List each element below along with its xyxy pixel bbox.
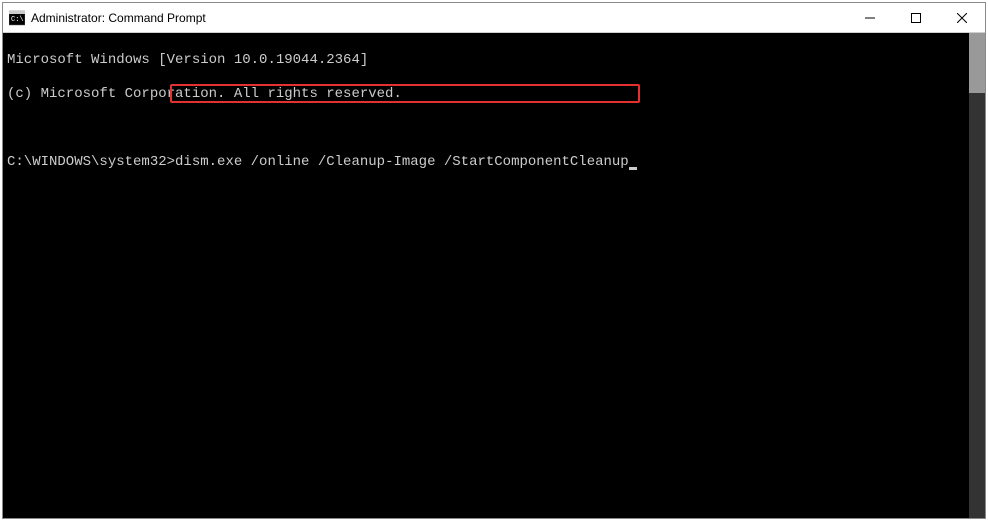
copyright-line: (c) Microsoft Corporation. All rights re… (7, 86, 965, 103)
blank-line (7, 120, 965, 137)
scrollbar[interactable] (969, 33, 985, 518)
maximize-button[interactable] (893, 3, 939, 33)
cmd-icon: C:\ (9, 10, 25, 26)
minimize-button[interactable] (847, 3, 893, 33)
close-button[interactable] (939, 3, 985, 33)
cursor (629, 167, 637, 170)
svg-text:C:\: C:\ (11, 16, 24, 24)
version-line: Microsoft Windows [Version 10.0.19044.23… (7, 52, 965, 69)
command-text: dism.exe /online /Cleanup-Image /StartCo… (175, 154, 629, 171)
terminal-body[interactable]: Microsoft Windows [Version 10.0.19044.23… (3, 33, 985, 518)
terminal-content[interactable]: Microsoft Windows [Version 10.0.19044.23… (3, 33, 969, 518)
scroll-thumb[interactable] (969, 33, 985, 93)
title-bar[interactable]: C:\ Administrator: Command Prompt (3, 3, 985, 33)
prompt-text: C:\WINDOWS\system32> (7, 154, 175, 171)
prompt-line: C:\WINDOWS\system32>dism.exe /online /Cl… (7, 154, 965, 171)
window-title: Administrator: Command Prompt (31, 11, 847, 25)
window-controls (847, 3, 985, 32)
command-prompt-window: C:\ Administrator: Command Prompt Micros… (2, 2, 986, 519)
